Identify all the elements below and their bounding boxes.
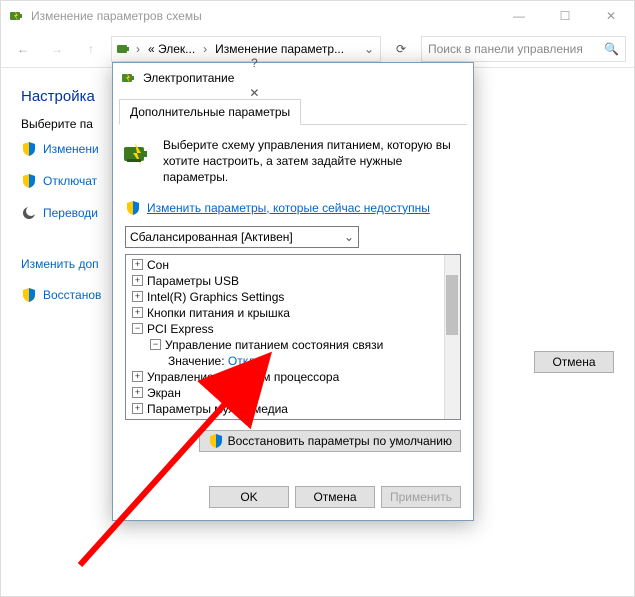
search-input[interactable]: Поиск в панели управления 🔍 xyxy=(421,36,626,62)
value-link[interactable]: Откл. xyxy=(228,354,259,368)
chevron-down-icon[interactable]: ⌄ xyxy=(362,42,376,56)
moon-icon xyxy=(21,205,37,221)
tree-item-igfx[interactable]: + Intel(R) Graphics Settings xyxy=(126,289,460,305)
help-button[interactable]: ? xyxy=(234,48,274,78)
link-label: Изменить доп xyxy=(21,257,99,271)
parent-buttons: Отмена xyxy=(534,351,614,373)
restore-label: Восстановить параметры по умолчанию xyxy=(228,434,452,448)
tree-label: Сон xyxy=(147,258,169,272)
tree-item-link-state-pm[interactable]: −Управление питанием состояния связи xyxy=(126,337,460,353)
tree-label: Экран xyxy=(147,386,181,400)
expand-icon[interactable]: + xyxy=(132,275,143,286)
expand-icon[interactable]: + xyxy=(132,403,143,414)
forward-button[interactable]: → xyxy=(43,35,71,63)
tree-item-pci-express[interactable]: −PCI Express xyxy=(126,321,460,337)
tree-label: Параметры USB xyxy=(147,274,239,288)
collapse-icon[interactable]: − xyxy=(132,323,143,334)
battery-icon xyxy=(121,70,137,86)
link-unavailable[interactable]: Изменить параметры, которые сейчас недос… xyxy=(119,200,467,216)
parent-sidebar: Настройка Выберите па Изменени Отключат … xyxy=(21,88,121,319)
tree-label: Управление питанием процессора xyxy=(147,370,339,384)
tree-label: PCI Express xyxy=(147,322,214,336)
link-sleep[interactable]: Переводи xyxy=(21,205,121,221)
scrollbar[interactable] xyxy=(444,255,460,419)
scrollbar-thumb[interactable] xyxy=(446,275,458,335)
parent-sys-buttons: — ☐ ✕ xyxy=(496,1,634,31)
expand-icon[interactable]: + xyxy=(132,387,143,398)
breadcrumb-seg1[interactable]: « Элек... xyxy=(144,42,199,56)
info-row: Выберите схему управления питанием, кото… xyxy=(119,133,467,190)
shield-icon xyxy=(21,287,37,303)
tree-item-display[interactable]: + Экран xyxy=(126,385,460,401)
battery-icon xyxy=(9,8,25,24)
link-restore[interactable]: Восстанов xyxy=(21,287,121,303)
cancel-button[interactable]: Отмена xyxy=(534,351,614,373)
tree-label: Intel(R) Graphics Settings xyxy=(147,290,284,304)
info-text: Выберите схему управления питанием, кото… xyxy=(163,137,465,186)
link-change-settings[interactable]: Изменени xyxy=(21,141,121,157)
battery-icon xyxy=(116,41,132,57)
ok-button[interactable]: OK xyxy=(209,486,289,508)
battery-large-icon xyxy=(121,137,153,169)
expand-icon[interactable]: + xyxy=(132,291,143,302)
expand-icon[interactable]: + xyxy=(132,371,143,382)
tree-item-buttons-lid[interactable]: + Кнопки питания и крышка xyxy=(126,305,460,321)
link-label: Изменить параметры, которые сейчас недос… xyxy=(147,201,430,215)
minimize-button[interactable]: — xyxy=(496,1,542,31)
link-label: Изменени xyxy=(43,142,99,156)
restore-row: Восстановить параметры по умолчанию xyxy=(125,430,461,452)
tab-advanced-params[interactable]: Дополнительные параметры xyxy=(119,99,301,125)
link-disable[interactable]: Отключат xyxy=(21,173,121,189)
combo-value: Сбалансированная [Активен] xyxy=(130,230,293,244)
restore-defaults-button[interactable]: Восстановить параметры по умолчанию xyxy=(199,430,461,452)
search-placeholder: Поиск в панели управления xyxy=(428,42,583,56)
dialog-titlebar: Электропитание ? ✕ xyxy=(113,63,473,93)
refresh-button[interactable]: ⟳ xyxy=(387,36,415,62)
apply-button[interactable]: Применить xyxy=(381,486,461,508)
up-button[interactable]: ↑ xyxy=(77,35,105,63)
tree-label: Кнопки питания и крышка xyxy=(147,306,290,320)
tree-item-value[interactable]: Значение: Откл. xyxy=(126,353,460,369)
shield-icon xyxy=(208,433,224,449)
tree-label: Управление питанием состояния связи xyxy=(165,338,383,352)
link-label: Восстанов xyxy=(43,288,101,302)
page-heading: Настройка xyxy=(21,88,121,105)
chevron-right-icon: › xyxy=(201,42,209,56)
dialog-title: Электропитание xyxy=(143,71,234,85)
expand-icon[interactable]: + xyxy=(132,259,143,270)
tab-header: Дополнительные параметры xyxy=(119,99,467,125)
link-label: Переводи xyxy=(43,206,98,220)
expand-icon[interactable]: + xyxy=(132,307,143,318)
close-button[interactable]: ✕ xyxy=(588,1,634,31)
value-label: Значение: xyxy=(168,354,225,368)
chevron-down-icon: ⌄ xyxy=(344,230,354,244)
parent-title: Изменение параметров схемы xyxy=(31,9,202,23)
link-change-extra[interactable]: Изменить доп xyxy=(21,257,121,271)
page-subheading: Выберите па xyxy=(21,117,121,131)
dialog-body: Дополнительные параметры Выберите схему … xyxy=(113,93,473,458)
dialog-footer: OK Отмена Применить xyxy=(209,486,461,508)
shield-icon xyxy=(125,200,141,216)
cancel-button[interactable]: Отмена xyxy=(295,486,375,508)
maximize-button[interactable]: ☐ xyxy=(542,1,588,31)
parent-titlebar: Изменение параметров схемы — ☐ ✕ xyxy=(1,1,634,31)
back-button[interactable]: ← xyxy=(9,35,37,63)
search-icon: 🔍 xyxy=(604,42,619,56)
plan-select[interactable]: Сбалансированная [Активен] ⌄ xyxy=(125,226,359,248)
tree-item-usb[interactable]: + Параметры USB xyxy=(126,273,460,289)
settings-tree: + Сон + Параметры USB + Intel(R) Graphics S… xyxy=(125,254,461,420)
link-label: Отключат xyxy=(43,174,97,188)
power-options-dialog: Электропитание ? ✕ Дополнительные параме… xyxy=(112,62,474,521)
shield-icon xyxy=(21,141,37,157)
tree-item-multimedia[interactable]: + Параметры мультимедиа xyxy=(126,401,460,417)
tree-item-sleep[interactable]: + Сон xyxy=(126,257,460,273)
collapse-icon[interactable]: − xyxy=(150,339,161,350)
tree-item-cpu[interactable]: + Управление питанием процессора xyxy=(126,369,460,385)
tree-scroll[interactable]: + Сон + Параметры USB + Intel(R) Graphics S… xyxy=(126,255,460,419)
chevron-right-icon: › xyxy=(134,42,142,56)
shield-icon xyxy=(21,173,37,189)
tree-label: Параметры мультимедиа xyxy=(147,402,288,416)
